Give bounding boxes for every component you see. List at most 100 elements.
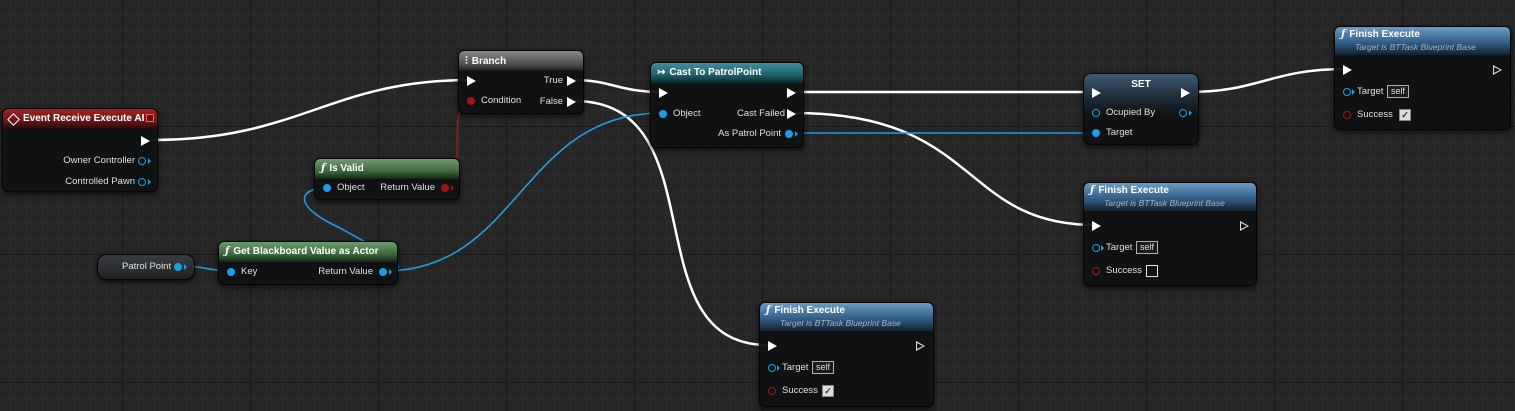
is-valid-return-arrow (451, 185, 454, 191)
is-valid-node[interactable]: ƒ Is Valid Object Return Value (314, 158, 460, 200)
finish-execute-exec-in-pin[interactable] (1092, 221, 1101, 231)
cast-node-header[interactable]: ↣ Cast To PatrolPoint (651, 63, 803, 83)
finish-execute-success-pin[interactable] (768, 387, 776, 395)
ocupied-by-in-pin[interactable] (1092, 109, 1100, 117)
event-receive-execute-ai-node[interactable]: Event Receive Execute AI Owner Controlle… (2, 108, 158, 192)
cast-failed-out-pin[interactable] (787, 109, 796, 119)
branch-node-header[interactable]: ⫶ Branch (459, 51, 583, 71)
is-valid-object-label: Object (337, 182, 365, 193)
finish-execute-target-arrow (777, 365, 780, 371)
blackboard-return-label: Return Value (318, 266, 373, 277)
finish-execute-success-checkbox[interactable] (1146, 265, 1158, 277)
owner-controller-pin-arrow (148, 158, 151, 164)
finish-execute-target-label: Target (782, 362, 809, 373)
finish-execute-target-label: Target (1357, 86, 1384, 97)
set-target-label: Target (1106, 127, 1133, 138)
get-blackboard-value-node[interactable]: ƒ Get Blackboard Value as Actor Key Retur… (218, 241, 398, 285)
finish-execute-header[interactable]: ƒ Finish Execute Target is BTTask Bluepri… (760, 303, 933, 331)
is-valid-return-pin[interactable] (441, 184, 449, 192)
finish-execute-node[interactable]: ƒ Finish Execute Target is BTTask Bluepri… (1334, 26, 1511, 130)
event-node-header[interactable]: Event Receive Execute AI (3, 109, 157, 129)
finish-execute-subtitle: Target is BTTask Blueprint Base (780, 318, 901, 328)
cast-exec-out-pin[interactable] (787, 88, 796, 98)
patrol-point-variable-node[interactable]: Patrol Point (97, 254, 195, 280)
cast-node-title: Cast To PatrolPoint (669, 67, 762, 78)
branch-exec-in-pin[interactable] (467, 76, 476, 86)
is-valid-node-title: Is Valid (329, 163, 364, 174)
function-icon: ƒ (225, 246, 230, 257)
finish-execute-node[interactable]: ƒ Finish Execute Target is BTTask Bluepri… (759, 302, 934, 407)
set-exec-in-pin[interactable] (1092, 88, 1101, 98)
finish-execute-node[interactable]: ƒ Finish Execute Target is BTTask Bluepri… (1083, 182, 1257, 286)
finish-execute-exec-in-pin[interactable] (768, 341, 777, 351)
as-patrol-point-pin[interactable] (785, 130, 793, 138)
finish-execute-target-value[interactable]: self (1387, 85, 1410, 98)
cast-object-label: Object (673, 108, 701, 119)
cast-arrow-icon: ↣ (657, 67, 666, 78)
ocupied-by-out-pin[interactable] (1179, 109, 1187, 117)
finish-execute-success-pin[interactable] (1343, 111, 1351, 119)
finish-execute-target-value[interactable]: self (1136, 241, 1159, 254)
function-icon: ƒ (1341, 29, 1346, 40)
finish-execute-success-label: Success (1357, 109, 1393, 120)
finish-execute-success-label: Success (1106, 265, 1142, 276)
controlled-pawn-pin[interactable] (138, 178, 146, 186)
finish-execute-header[interactable]: ƒ Finish Execute Target is BTTask Bluepri… (1084, 183, 1256, 211)
finish-execute-exec-out-pin[interactable] (1240, 221, 1249, 231)
set-exec-out-pin[interactable] (1181, 88, 1190, 98)
as-patrol-point-label: As Patrol Point (718, 128, 781, 139)
cast-exec-in-pin[interactable] (659, 88, 668, 98)
blackboard-return-pin[interactable] (379, 268, 387, 276)
finish-execute-target-pin[interactable] (1092, 244, 1100, 252)
is-valid-object-pin[interactable] (323, 184, 331, 192)
ocupied-by-out-arrow (1189, 110, 1192, 116)
branch-condition-pin[interactable] (467, 97, 475, 105)
finish-execute-target-pin[interactable] (768, 364, 776, 372)
exec-wire-event-to-branch (151, 78, 471, 142)
patrol-point-variable-arrow (184, 264, 187, 270)
set-target-pin[interactable] (1092, 129, 1100, 137)
branch-icon: ⫶ (465, 55, 468, 67)
function-icon: ƒ (321, 163, 326, 174)
finish-execute-subtitle: Target is BTTask Blueprint Base (1104, 198, 1225, 208)
exec-wire-branch-true-to-cast (573, 78, 661, 94)
branch-false-out-pin[interactable] (567, 97, 576, 107)
finish-execute-subtitle: Target is BTTask Blueprint Base (1355, 42, 1476, 52)
function-icon: ƒ (766, 305, 771, 316)
finish-execute-exec-out-pin[interactable] (1493, 65, 1502, 75)
owner-controller-label: Owner Controller (63, 155, 135, 166)
blackboard-key-label: Key (241, 266, 258, 277)
finish-execute-success-checkbox[interactable]: ✓ (1399, 109, 1411, 121)
cast-object-pin[interactable] (659, 110, 667, 118)
blackboard-key-pin[interactable] (227, 268, 235, 276)
owner-controller-pin[interactable] (138, 157, 146, 165)
cast-to-patrolpoint-node[interactable]: ↣ Cast To PatrolPoint Object Cast Failed … (650, 62, 804, 148)
is-valid-node-header[interactable]: ƒ Is Valid (315, 159, 459, 179)
output-delegate-icon[interactable] (146, 114, 154, 122)
branch-false-label: False (539, 96, 563, 107)
patrol-point-variable-label: Patrol Point (122, 261, 172, 272)
branch-true-label: True (543, 75, 563, 86)
finish-execute-success-pin[interactable] (1092, 267, 1100, 275)
branch-node[interactable]: ⫶ Branch True Condition False (458, 50, 584, 114)
exec-wire-set-to-finish1 (1187, 67, 1347, 94)
finish-execute-target-arrow (1352, 89, 1355, 95)
finish-execute-target-pin[interactable] (1343, 88, 1351, 96)
finish-execute-exec-in-pin[interactable] (1343, 65, 1352, 75)
get-blackboard-node-header[interactable]: ƒ Get Blackboard Value as Actor (219, 242, 397, 262)
finish-execute-title: Finish Execute (1349, 29, 1420, 40)
finish-execute-header[interactable]: ƒ Finish Execute Target is BTTask Bluepri… (1335, 27, 1510, 55)
set-node[interactable]: SET Ocupied By Target (1083, 73, 1199, 145)
finish-execute-success-checkbox[interactable]: ✓ (822, 385, 834, 397)
finish-execute-target-value[interactable]: self (812, 361, 835, 374)
event-node-title: Event Receive Execute AI (23, 113, 145, 124)
is-valid-return-label: Return Value (380, 182, 435, 193)
branch-true-out-pin[interactable] (567, 76, 576, 86)
event-exec-out-pin[interactable] (141, 136, 150, 146)
finish-execute-exec-out-pin[interactable] (916, 341, 925, 351)
patrol-point-variable-pin[interactable] (174, 263, 182, 271)
function-icon: ƒ (1090, 185, 1095, 196)
finish-execute-target-arrow (1101, 245, 1104, 251)
blackboard-return-arrow (389, 269, 392, 275)
controlled-pawn-label: Controlled Pawn (65, 176, 135, 187)
